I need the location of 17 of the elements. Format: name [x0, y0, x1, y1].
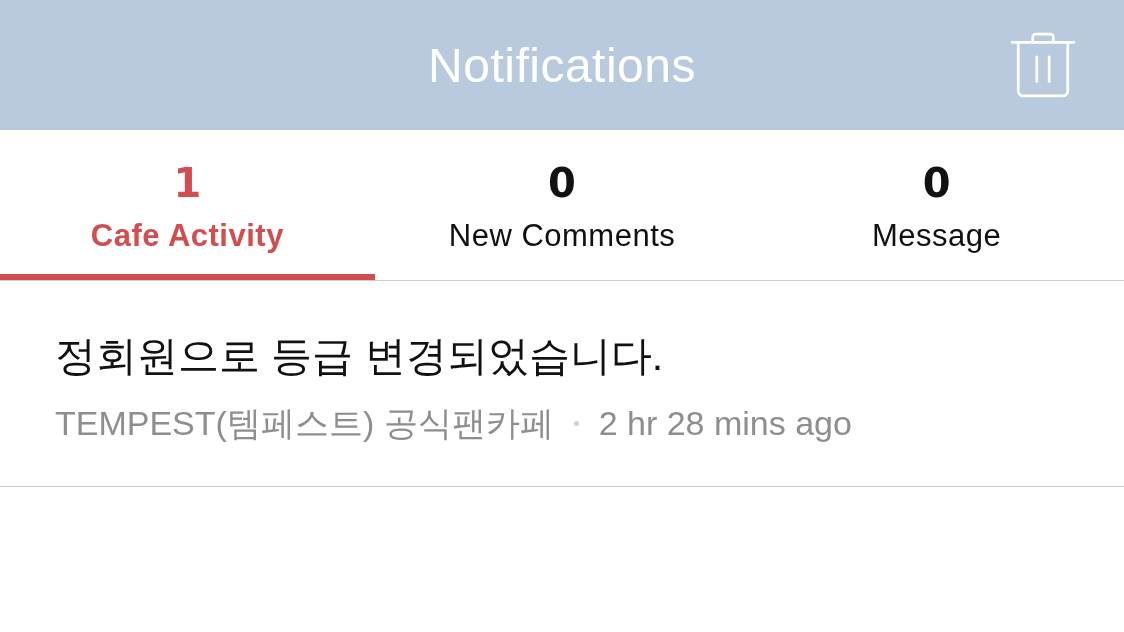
tab-label: Cafe Activity — [90, 217, 284, 255]
tab-label: New Comments — [448, 217, 676, 255]
page-title: Notifications — [428, 37, 696, 93]
notification-time: 2 hr 28 mins ago — [598, 403, 852, 443]
tab[interactable]: 0 New Comments — [374, 130, 750, 280]
tab[interactable]: 0 Message — [749, 130, 1124, 280]
trash-icon — [1010, 32, 1076, 98]
notification-source: TEMPEST(템페스트) 공식팬카페 — [55, 403, 554, 443]
delete-button[interactable] — [1010, 32, 1076, 98]
separator-dot-icon — [573, 420, 579, 426]
tab-count: 1 — [173, 160, 202, 206]
notification-item[interactable]: 정회원으로 등급 변경되었습니다. TEMPEST(템페스트) 공식팬카페 2 hr 28 mins ago — [0, 281, 1124, 487]
tab-label: Message — [872, 217, 1002, 255]
tab-count: 0 — [922, 160, 951, 206]
tab[interactable]: 1 Cafe Activity — [0, 130, 375, 280]
notification-message: 정회원으로 등급 변경되었습니다. — [55, 332, 665, 381]
tab-count: 0 — [548, 160, 576, 206]
